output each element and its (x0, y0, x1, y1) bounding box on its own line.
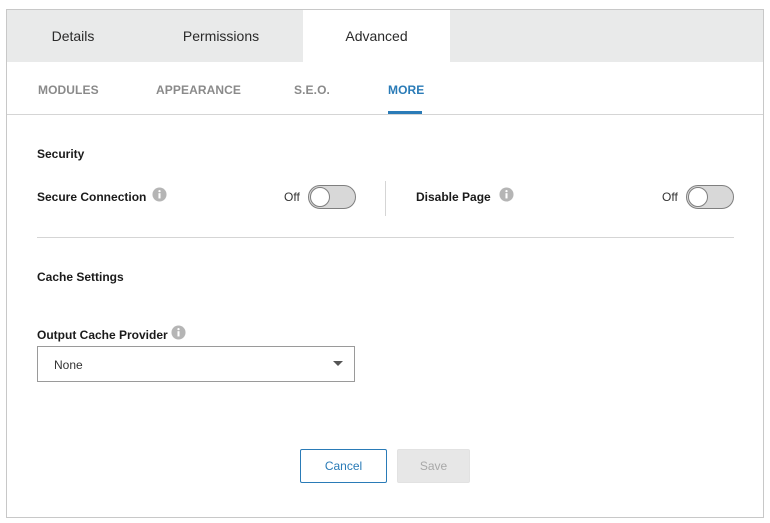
subtab-more[interactable]: MORE (388, 62, 424, 115)
output-cache-provider-select[interactable]: None (37, 346, 355, 382)
secure-connection-toggle[interactable] (308, 185, 356, 209)
secure-connection-label: Secure Connection (37, 190, 147, 204)
tab-advanced[interactable]: Advanced (303, 10, 450, 62)
vertical-divider (385, 181, 386, 216)
active-subtab-indicator (388, 111, 422, 114)
toggle-knob (310, 187, 330, 207)
info-icon[interactable] (171, 325, 186, 340)
top-tab-bar: Details Permissions Advanced (7, 10, 763, 62)
tab-details[interactable]: Details (7, 10, 139, 62)
sub-tab-bar: MODULES APPEARANCE S.E.O. MORE (7, 62, 763, 115)
info-icon[interactable] (499, 187, 514, 202)
subtab-seo[interactable]: S.E.O. (294, 62, 330, 115)
cache-section-title: Cache Settings (37, 270, 124, 284)
secure-connection-state-label: Off (284, 190, 300, 204)
disable-page-label: Disable Page (416, 190, 491, 204)
section-divider (37, 237, 734, 238)
disable-page-state-label: Off (662, 190, 678, 204)
disable-page-toggle[interactable] (686, 185, 734, 209)
subtab-appearance[interactable]: APPEARANCE (156, 62, 241, 115)
subtab-modules[interactable]: MODULES (38, 62, 99, 115)
security-section-title: Security (37, 147, 85, 161)
chevron-down-icon (333, 361, 343, 366)
info-icon[interactable] (152, 187, 167, 202)
cancel-button[interactable]: Cancel (300, 449, 387, 483)
page-settings-panel: Details Permissions Advanced MODULES APP… (6, 9, 764, 518)
save-button[interactable]: Save (397, 449, 470, 483)
output-cache-provider-label: Output Cache Provider (37, 328, 168, 342)
select-value: None (54, 358, 83, 372)
toggle-knob (688, 187, 708, 207)
tab-permissions[interactable]: Permissions (139, 10, 303, 62)
